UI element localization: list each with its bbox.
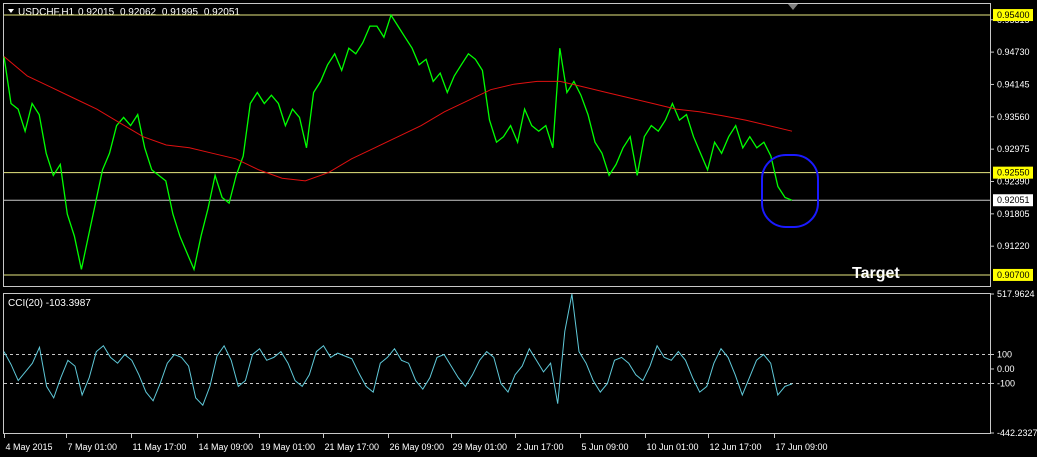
x-tick-label: 4 May 2015 [6,442,53,452]
cci-title: CCI(20) -103.3987 [8,298,91,309]
chart-symbol: USDCHF,H1 [18,7,75,18]
x-tick-label: 10 Jun 01:00 [647,442,699,452]
x-tick-label: 11 May 17:00 [133,442,187,452]
cci-y-tick-label: 100 [997,350,1012,360]
chart-high: 0.92062 [120,7,157,18]
target-annotation: Target [852,265,900,282]
x-tick-label: 14 May 09:00 [199,442,254,452]
menu-triangle-icon[interactable] [8,9,14,13]
price-series-line [3,13,793,272]
price-y-tick-label: 0.93560 [997,112,1030,122]
x-tick-label: 5 Jun 09:00 [582,442,629,452]
cci-y-tick-label: 517.9624 [997,289,1035,299]
cci-y-tick-label: -100 [997,378,1015,388]
price-levels [4,14,990,276]
chart-low: 0.91995 [162,7,199,18]
shift-marker-icon[interactable] [788,4,798,10]
price-y-axis: 0.953150.947300.941450.935600.929750.923… [990,9,1033,281]
price-y-tick-label: 0.91805 [997,209,1030,219]
price-y-tick-label: 0.94730 [997,47,1030,57]
price-level-label: 0.95400 [997,10,1030,20]
x-tick-label: 19 May 01:00 [261,442,316,452]
x-tick-label: 7 May 01:00 [68,442,118,452]
target-circle [761,154,819,228]
time-x-axis: 4 May 2015 7 May 01:00 11 May 17:00 14 May … [4,433,828,452]
price-y-tick-label: 0.91220 [997,241,1030,251]
cci-y-axis: 517.9624 100 0.00 -100 -442.2327 [990,289,1037,438]
x-tick-label: 12 Jun 17:00 [710,442,762,452]
price-level-label: 0.92051 [997,195,1030,205]
cci-panel-frame [3,293,991,434]
chart-svg: USDCHF,H1 0.92015 0.92062 0.91995 0.9205… [3,3,1037,452]
price-y-tick-label: 0.92975 [997,144,1030,154]
chart-open: 0.92015 [78,7,115,18]
price-level-label: 0.90700 [997,270,1030,280]
cci-y-tick-label: 0.00 [997,364,1015,374]
price-level-label: 0.92550 [997,168,1030,178]
x-tick-label: 29 May 01:00 [453,442,508,452]
price-panel-frame [3,3,991,287]
cci-series-line [3,294,793,407]
series-layer [3,13,793,407]
price-y-tick-label: 0.94145 [997,79,1030,89]
chart-close: 0.92051 [204,7,241,18]
x-tick-label: 2 Jun 17:00 [517,442,564,452]
x-tick-label: 21 May 17:00 [325,442,380,452]
x-tick-label: 17 Jun 09:00 [776,442,828,452]
chart-ohlc: 0.92015 0.92062 0.91995 0.92051 [78,7,240,18]
x-tick-label: 26 May 09:00 [390,442,445,452]
cci-y-tick-label: -442.2327 [997,428,1037,438]
